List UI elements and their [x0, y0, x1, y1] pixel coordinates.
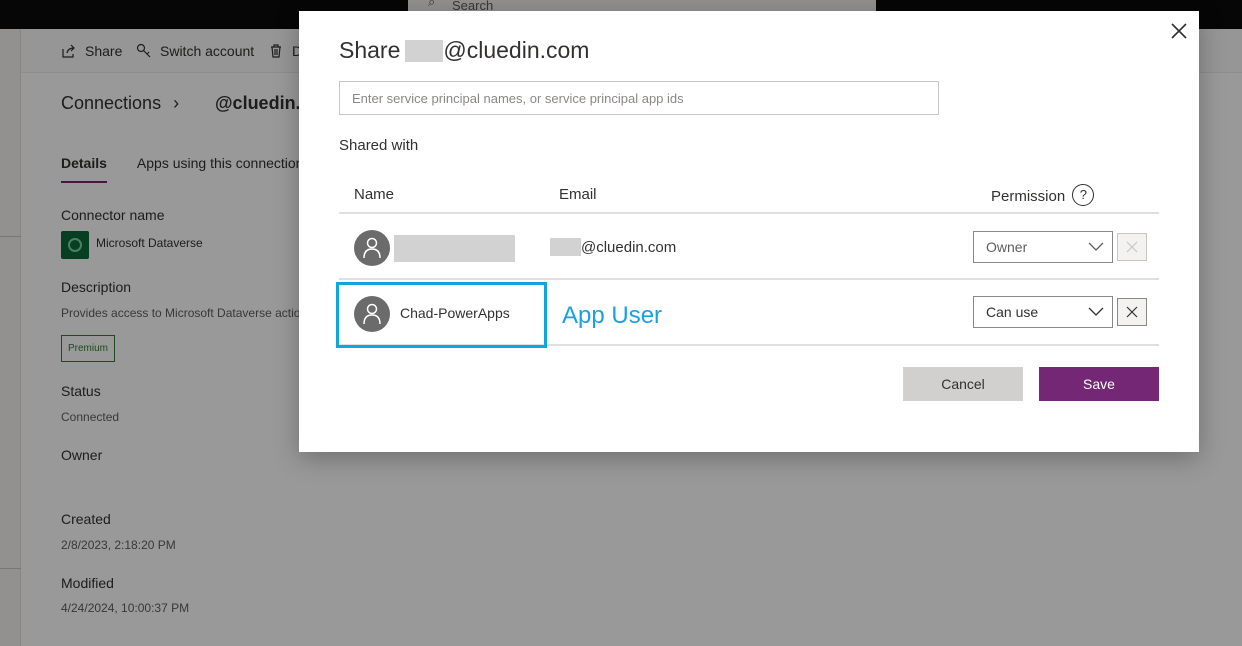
help-icon[interactable]: ? — [1072, 184, 1095, 206]
dialog-title: Share @cluedin.com — [339, 37, 589, 64]
remove-button-disabled — [1117, 233, 1147, 261]
permission-value: Can use — [986, 304, 1039, 320]
share-dialog: Share @cluedin.com Shared with Name Emai… — [299, 11, 1199, 452]
principal-search-input[interactable] — [339, 81, 939, 115]
close-icon — [1126, 241, 1138, 253]
shared-with-label: Shared with — [339, 137, 419, 154]
cancel-button[interactable]: Cancel — [903, 367, 1023, 401]
avatar — [354, 230, 390, 266]
permission-select[interactable]: Can use — [973, 296, 1113, 328]
redacted-name — [394, 235, 515, 262]
redacted-text — [405, 39, 444, 62]
app-user-annotation: App User — [562, 302, 663, 329]
email-cell: @cluedin.com — [550, 238, 676, 256]
email-suffix: @cluedin.com — [581, 238, 677, 256]
chevron-down-icon — [1088, 307, 1104, 316]
column-permission: Permission ? — [991, 184, 1095, 208]
column-permission-label: Permission — [991, 187, 1066, 205]
permission-value: Owner — [986, 239, 1028, 255]
column-name: Name — [354, 186, 395, 203]
annotation-highlight-box — [336, 282, 547, 348]
dialog-title-suffix: @cluedin.com — [443, 37, 590, 63]
chevron-down-icon — [1088, 242, 1104, 251]
permission-select-owner: Owner — [973, 231, 1113, 263]
column-email: Email — [559, 186, 597, 203]
table-row: @cluedin.com Owner — [339, 214, 1159, 280]
close-button[interactable] — [1169, 21, 1189, 41]
redacted-text — [550, 238, 581, 256]
close-icon — [1171, 23, 1187, 39]
table-header: Name Email Permission ? — [339, 181, 1159, 214]
close-icon — [1126, 306, 1138, 318]
remove-principal-button[interactable] — [1117, 298, 1147, 326]
save-button[interactable]: Save — [1039, 367, 1159, 401]
person-icon — [363, 237, 381, 259]
dialog-title-prefix: Share — [339, 37, 401, 63]
